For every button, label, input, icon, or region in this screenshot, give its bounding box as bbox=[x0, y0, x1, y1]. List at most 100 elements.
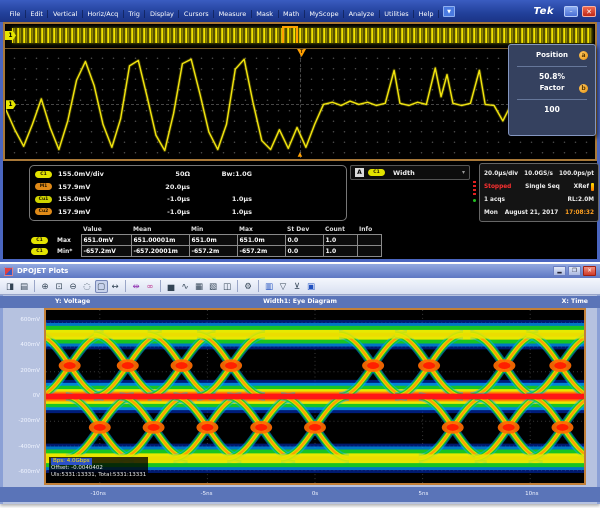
channel-readouts-box: C1155.0mV/div50ΩBw:1.0GM1157.9mV20.0μsCu… bbox=[29, 165, 347, 221]
close-button[interactable]: ✕ bbox=[583, 266, 596, 276]
y-tick-label: 0V bbox=[33, 393, 40, 399]
menu-item-file[interactable]: File bbox=[5, 10, 26, 18]
dpojet-title-bar[interactable]: DPOJET Plots ▂ ❐ ✕ bbox=[0, 264, 600, 278]
zoom-in-icon[interactable]: ⊕ bbox=[39, 280, 52, 293]
row-label: C1Max bbox=[31, 237, 79, 244]
menu-item-measure[interactable]: Measure bbox=[214, 10, 252, 18]
summary-icon[interactable]: ▥ bbox=[263, 280, 276, 293]
row-label: C1Min* bbox=[31, 248, 79, 255]
overview-waveform bbox=[12, 28, 592, 43]
menu-more-dropdown[interactable]: ▼ bbox=[443, 6, 455, 17]
menu-item-myscope[interactable]: MyScope bbox=[305, 10, 344, 18]
table-row: C1Max651.0mV651.00001m651.0m651.0m0.01.0 bbox=[29, 235, 381, 246]
readout-value-1: -1.0μs bbox=[130, 195, 190, 203]
minimize-button[interactable]: – bbox=[564, 6, 578, 17]
channel-badge[interactable]: Cu1 bbox=[35, 196, 52, 203]
display-icon[interactable]: ▣ bbox=[305, 280, 318, 293]
channel-readout-row: M1157.9mV20.0μs bbox=[35, 181, 341, 194]
toolbar-separator bbox=[237, 280, 238, 292]
position-label: Position bbox=[536, 51, 568, 59]
menu-item-trig[interactable]: Trig bbox=[124, 10, 146, 18]
menu-item-display[interactable]: Display bbox=[145, 10, 179, 18]
menu-item-horizacq[interactable]: Horiz/Acq bbox=[83, 10, 124, 18]
screenshot-root: FileEditVerticalHoriz/AcqTrigDisplayCurs… bbox=[0, 0, 600, 508]
knob-a-icon[interactable]: a bbox=[579, 51, 588, 60]
resolution: 100.0ps/pt bbox=[559, 171, 594, 177]
x-tick-label: 10ns bbox=[517, 491, 547, 497]
zoom-reset-icon[interactable]: ◌ bbox=[81, 280, 94, 293]
tek-logo: Tek bbox=[534, 6, 554, 17]
time: 17:08:32 bbox=[565, 210, 594, 216]
acq-status: Stopped bbox=[484, 184, 511, 190]
measurement-cell bbox=[357, 246, 381, 257]
column-header-Max: Max bbox=[237, 226, 285, 235]
channel-readout-row: Cu1155.0mV-1.0μs1.0μs bbox=[35, 193, 341, 206]
main-graticule: 1 T ▲ bbox=[6, 49, 594, 158]
y-tick-label: 600mV bbox=[20, 317, 40, 323]
pan-icon[interactable]: ↔ bbox=[109, 280, 122, 293]
knob-b-icon[interactable]: b bbox=[579, 84, 588, 93]
plot-title: Width1: Eye Diagram bbox=[0, 298, 600, 305]
export-icon[interactable]: ⊻ bbox=[291, 280, 304, 293]
factor-value: 100 bbox=[509, 103, 595, 117]
histogram-plot-icon[interactable]: ▅ bbox=[165, 280, 178, 293]
y-tick-label: 200mV bbox=[20, 368, 40, 374]
linked-cursors-icon[interactable]: ∞ bbox=[144, 280, 157, 293]
menu-item-vertical[interactable]: Vertical bbox=[48, 10, 82, 18]
plot-annotation: Bps: 4.0Gbps Offset: -0.0040402 UIs:5331… bbox=[49, 457, 148, 480]
measurement-cell: 0.0 bbox=[285, 235, 323, 246]
table-row: C1Min*-657.2mV-657.20001m-657.2m-657.2m0… bbox=[29, 246, 381, 257]
save-icon[interactable]: ◨ bbox=[4, 280, 17, 293]
measurement-name: Min* bbox=[57, 248, 72, 255]
minimize-button[interactable]: ▂ bbox=[553, 266, 566, 276]
menu-item-edit[interactable]: Edit bbox=[26, 10, 49, 18]
zoom-select-icon[interactable]: ⊡ bbox=[53, 280, 66, 293]
menu-item-analyze[interactable]: Analyze bbox=[344, 10, 380, 18]
config-icon[interactable]: ⚙ bbox=[242, 280, 255, 293]
y-tick-label: -600mV bbox=[18, 469, 40, 475]
day: Mon bbox=[484, 210, 498, 216]
close-button[interactable]: ✕ bbox=[582, 6, 596, 17]
restore-button[interactable]: ❐ bbox=[568, 266, 581, 276]
stack-plot-icon[interactable]: ▧ bbox=[207, 280, 220, 293]
annotation-offset: Offset: -0.0040402 bbox=[51, 465, 103, 471]
vertical-cursors-icon[interactable]: ⇹ bbox=[130, 280, 143, 293]
x-tick-label: 5ns bbox=[408, 491, 438, 497]
trigger-type: Width bbox=[393, 169, 462, 177]
x-axis-title: X: Time bbox=[562, 298, 588, 305]
menu-item-math[interactable]: Math bbox=[279, 10, 305, 18]
channel-badge[interactable]: M1 bbox=[35, 183, 52, 190]
menu-item-cursors[interactable]: Cursors bbox=[179, 10, 214, 18]
measurement-cell: -657.2m bbox=[189, 246, 237, 257]
xref-group: XRef bbox=[574, 183, 594, 191]
menu-item-mask[interactable]: Mask bbox=[252, 10, 279, 18]
xref-label: XRef bbox=[574, 184, 589, 190]
trend-plot-icon[interactable]: ∿ bbox=[179, 280, 192, 293]
record-length: RL:2.0M bbox=[567, 197, 594, 203]
column-header-Info: Info bbox=[357, 226, 381, 235]
eye-diagram-plot[interactable]: Bps: 4.0Gbps Offset: -0.0040402 UIs:5331… bbox=[44, 308, 586, 485]
toolbar-separator bbox=[125, 280, 126, 292]
divider bbox=[517, 66, 587, 67]
app-icon bbox=[4, 267, 13, 276]
box-zoom-icon[interactable]: ▢ bbox=[95, 280, 108, 293]
channel-badge[interactable]: C1 bbox=[35, 171, 52, 178]
zoom-out-icon[interactable]: ⊖ bbox=[67, 280, 80, 293]
measurement-table-area: ValueMeanMinMaxSt DevCountInfoC1Max651.0… bbox=[29, 226, 385, 257]
grid-plot-icon[interactable]: ▦ bbox=[193, 280, 206, 293]
measurement-table: ValueMeanMinMaxSt DevCountInfoC1Max651.0… bbox=[29, 226, 382, 257]
zoom-window-bracket[interactable] bbox=[282, 26, 298, 43]
print-icon[interactable]: ▤ bbox=[18, 280, 31, 293]
overlay-plot-icon[interactable]: ◫ bbox=[221, 280, 234, 293]
readout-value-2: Bw:1.0G bbox=[190, 170, 252, 178]
channel-badge[interactable]: Cu2 bbox=[35, 208, 52, 215]
measurement-cell: -657.20001m bbox=[131, 246, 189, 257]
trigger-readout[interactable]: A C1 Width ▾ bbox=[350, 165, 470, 180]
menu-item-utilities[interactable]: Utilities bbox=[380, 10, 414, 18]
filter-icon[interactable]: ▽ bbox=[277, 280, 290, 293]
acquisition-status-dot bbox=[473, 199, 476, 202]
menu-item-help[interactable]: Help bbox=[414, 10, 439, 18]
measurement-cell: 0.0 bbox=[285, 246, 323, 257]
readout-value-1: -1.0μs bbox=[130, 208, 190, 216]
toolbar-separator bbox=[258, 280, 259, 292]
